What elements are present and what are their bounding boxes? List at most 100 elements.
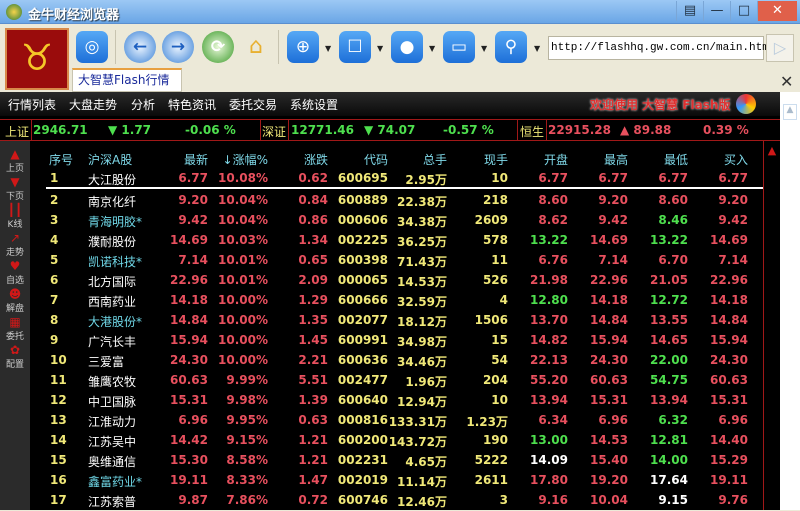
menu-trading[interactable]: 委托交易 xyxy=(229,96,277,113)
col-name: 北方国际 xyxy=(88,275,137,289)
back-icon[interactable]: ← xyxy=(124,31,156,63)
header-col-change[interactable]: 涨跌 xyxy=(304,151,328,168)
col-open: 6.77 xyxy=(538,171,568,185)
url-input[interactable]: http://flashhq.gw.com.cn/main.html xyxy=(548,36,775,60)
window-scrollbar[interactable]: ▲ xyxy=(780,92,800,510)
menu-featured-news[interactable]: 特色资讯 xyxy=(168,96,216,113)
menu-window-button[interactable]: ▤ xyxy=(676,1,703,21)
scroll-up-icon[interactable]: ▲ xyxy=(764,144,780,157)
col-low: 54.75 xyxy=(650,373,688,387)
sidebar-item[interactable]: ☻ 解盘 xyxy=(0,287,30,314)
header-col-volume[interactable]: 总手 xyxy=(423,151,447,168)
col-high: 15.40 xyxy=(590,453,628,467)
table-row[interactable]: 2 南京化纤 9.20 10.04% 0.84 600889 22.38万 218 8.60 9.… xyxy=(30,191,763,211)
table-row[interactable]: 10 三爱富 24.30 10.00% 2.21 600636 34.46万 54 22.13 2… xyxy=(30,351,763,371)
col-pct: 10.08% xyxy=(218,171,268,185)
header-col-high[interactable]: 最高 xyxy=(604,151,628,168)
menu-analysis[interactable]: 分析 xyxy=(131,96,155,113)
sidebar-item-label: 解盘 xyxy=(5,304,24,314)
header-col-name[interactable]: 沪深A股 xyxy=(88,151,132,168)
header-col-bid[interactable]: 买入 xyxy=(724,151,748,168)
col-name: 西南药业 xyxy=(88,295,137,309)
header-col-last[interactable]: 最新 xyxy=(184,151,208,168)
maximize-button[interactable]: □ xyxy=(730,1,757,21)
header-col-code[interactable]: 代码 xyxy=(364,151,388,168)
sidebar-item[interactable]: ✿ 配置 xyxy=(0,343,30,370)
table-row[interactable]: 4 濮耐股份 14.69 10.03% 1.34 002225 36.25万 578 13.22… xyxy=(30,231,763,251)
menu-quote-list[interactable]: 行情列表 xyxy=(8,96,56,113)
col-last: 15.94 xyxy=(170,333,208,347)
globe-icon[interactable]: ⊕ xyxy=(287,31,319,63)
sidebar-item[interactable]: ┃┃ K线 xyxy=(0,203,30,230)
share-icon[interactable]: ◎ xyxy=(76,31,108,63)
user-icon[interactable]: ● xyxy=(391,31,423,63)
header-col-pct[interactable]: ↓涨幅% xyxy=(223,151,268,168)
table-row[interactable]: 9 广汽长丰 15.94 10.00% 1.45 600991 34.98万 15 14.82 1… xyxy=(30,331,763,351)
search-icon[interactable]: ⚲ xyxy=(495,31,527,63)
header-col-low[interactable]: 最低 xyxy=(664,151,688,168)
header-col-open[interactable]: 开盘 xyxy=(544,151,568,168)
table-row[interactable]: 13 江淮动力 6.96 9.95% 0.63 000816 133.31万 1.23万 6.3… xyxy=(30,411,763,431)
minimize-button[interactable]: — xyxy=(703,1,730,21)
sidebar-item[interactable]: ▦ 委托 xyxy=(0,315,30,342)
table-row[interactable]: 7 西南药业 14.18 10.00% 1.29 600666 32.59万 4 12.80 14… xyxy=(30,291,763,311)
col-low: 8.60 xyxy=(658,193,688,207)
col-open: 6.34 xyxy=(538,413,568,427)
tab-close-icon[interactable]: ✕ xyxy=(780,72,793,91)
col-bid: 15.29 xyxy=(710,453,748,467)
header-col-cur-volume[interactable]: 现手 xyxy=(484,151,508,168)
menu-settings[interactable]: 系统设置 xyxy=(290,96,338,113)
chevron-down-icon[interactable]: ▼ xyxy=(534,44,540,53)
col-pct: 8.33% xyxy=(226,473,268,487)
chat-icon[interactable]: ☐ xyxy=(339,31,371,63)
table-row[interactable]: 1 大江股份 6.77 10.08% 0.62 600695 2.95万 10 6.77 6.77… xyxy=(30,169,763,189)
table-row[interactable]: 3 青海明胶* 9.42 10.04% 0.86 000606 34.38万 2609 8.62… xyxy=(30,211,763,231)
bull-logo-icon: ♉ xyxy=(5,28,69,90)
col-last: 7.14 xyxy=(178,253,208,267)
col-high: 24.30 xyxy=(590,353,628,367)
col-cur-volume: 190 xyxy=(482,433,508,447)
col-low: 6.77 xyxy=(658,171,688,185)
table-row[interactable]: 11 雏鹰农牧 60.63 9.99% 5.51 002477 1.96万 204 55.20 6… xyxy=(30,371,763,391)
scroll-up-icon[interactable]: ▲ xyxy=(783,104,797,120)
col-index: 16 xyxy=(50,473,67,487)
col-cur-volume: 2609 xyxy=(474,213,508,227)
table-row[interactable]: 5 凯诺科技* 7.14 10.01% 0.65 600398 71.43万 11 6.76 7.… xyxy=(30,251,763,271)
table-row[interactable]: 6 北方国际 22.96 10.01% 2.09 000065 14.53万 526 21.98… xyxy=(30,271,763,291)
table-row[interactable]: 14 江苏吴中 14.42 9.15% 1.21 600200 143.72万 190 13.0… xyxy=(30,431,763,451)
tab-dzh-flash[interactable]: 大智慧Flash行情 xyxy=(72,68,182,92)
sidebar-icon: ✿ xyxy=(9,343,21,357)
table-row[interactable]: 12 中卫国脉 15.31 9.98% 1.39 600640 12.94万 10 13.94 1… xyxy=(30,391,763,411)
chevron-down-icon[interactable]: ▼ xyxy=(429,44,435,53)
chevron-down-icon[interactable]: ▼ xyxy=(325,44,331,53)
col-volume: 32.59万 xyxy=(397,295,447,309)
menu-market-trend[interactable]: 大盘走势 xyxy=(69,96,117,113)
home-icon[interactable]: ⌂ xyxy=(240,31,272,63)
col-volume: 133.31万 xyxy=(388,415,447,429)
sidebar-item[interactable]: ♥ 自选 xyxy=(0,259,30,286)
table-row[interactable]: 15 奥维通信 15.30 8.58% 1.21 002231 4.65万 5222 14.09… xyxy=(30,451,763,471)
col-bid: 24.30 xyxy=(710,353,748,367)
table-row[interactable]: 16 鑫富药业* 19.11 8.33% 1.47 002019 11.14万 2611 17.… xyxy=(30,471,763,491)
sidebar-item[interactable]: ▲ 上页 xyxy=(0,147,30,174)
header-col-index[interactable]: 序号 xyxy=(49,151,73,168)
table-row[interactable]: 17 江苏索普 9.87 7.86% 0.72 600746 12.46万 3 9.16 10.0… xyxy=(30,491,763,511)
col-change: 0.62 xyxy=(298,171,328,185)
table-row[interactable]: 8 大港股份* 14.84 10.00% 1.35 002077 18.12万 1506 13.… xyxy=(30,311,763,331)
close-button[interactable]: ✕ xyxy=(757,1,797,21)
col-open: 55.20 xyxy=(530,373,568,387)
col-code: 002077 xyxy=(337,313,388,327)
col-code: 002225 xyxy=(337,233,388,247)
chevron-down-icon[interactable]: ▼ xyxy=(481,44,487,53)
sidebar: ▲ 上页 ▼ 下页 ┃┃ K线 ↗ 走势 ♥ 自选 ☻ 解盘 ▦ 委托 ✿ 配置 xyxy=(0,141,30,510)
chevron-down-icon[interactable]: ▼ xyxy=(377,44,383,53)
col-open: 9.16 xyxy=(538,493,568,507)
sidebar-item[interactable]: ↗ 走势 xyxy=(0,231,30,258)
scrollbar[interactable]: ▲ xyxy=(763,141,780,510)
forward-icon[interactable]: → xyxy=(162,31,194,63)
video-icon[interactable]: ▭ xyxy=(443,31,475,63)
col-code: 600746 xyxy=(337,493,388,507)
go-button[interactable]: ▷ xyxy=(766,34,794,62)
sidebar-item[interactable]: ▼ 下页 xyxy=(0,175,30,202)
refresh-icon[interactable]: ⟳ xyxy=(202,31,234,63)
